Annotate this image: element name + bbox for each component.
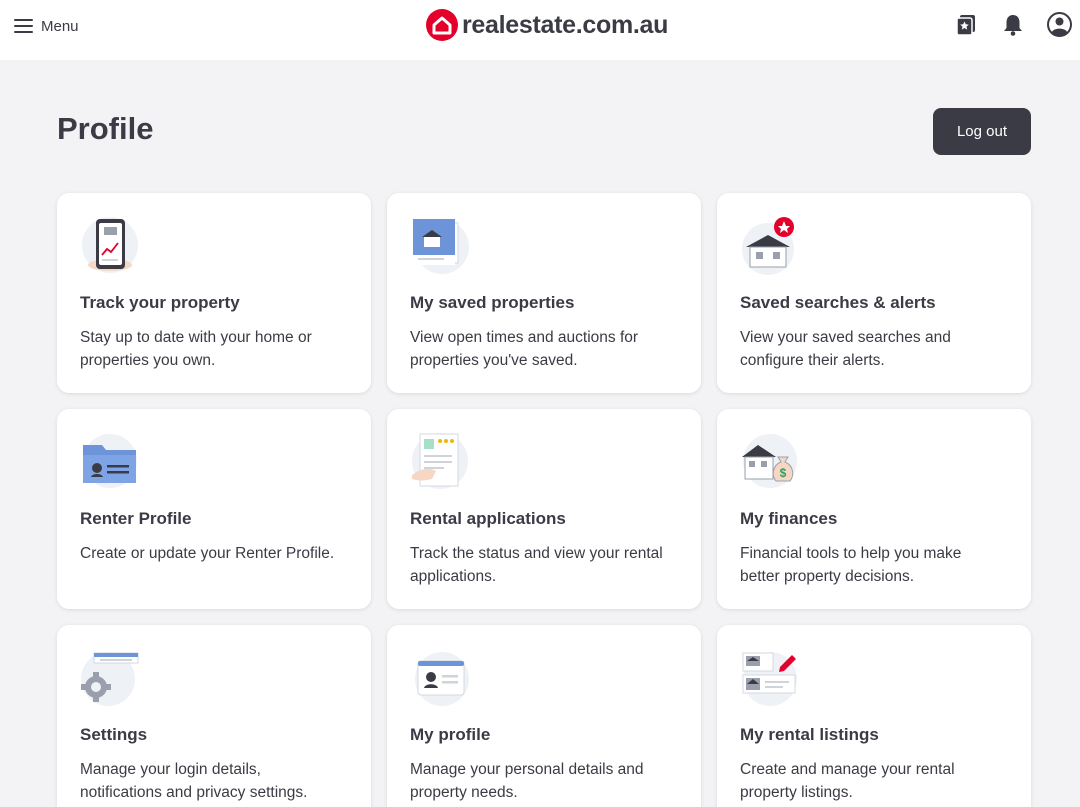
saved-star-icon[interactable] bbox=[953, 12, 978, 37]
card-my-saved-properties[interactable]: My saved properties View open times and … bbox=[387, 193, 701, 393]
profile-card-icon bbox=[415, 652, 469, 706]
logo-wordmark: realestate.com.au bbox=[462, 10, 669, 39]
card-title: My saved properties bbox=[410, 293, 575, 312]
site-logo[interactable]: realestate.com.au bbox=[426, 8, 668, 42]
card-description: Financial tools to help you make better … bbox=[740, 545, 962, 585]
phone-chart-icon bbox=[82, 217, 138, 273]
svg-text:$: $ bbox=[780, 466, 787, 480]
house-money-bag-icon: $ bbox=[742, 434, 797, 488]
page-title: Profile bbox=[57, 111, 154, 146]
card-title: Rental applications bbox=[410, 509, 566, 528]
card-description: Track the status and view your rental ap… bbox=[410, 545, 663, 585]
hamburger-icon bbox=[14, 19, 33, 33]
card-my-rental-listings[interactable]: My rental listings Create and manage you… bbox=[717, 625, 1031, 807]
card-my-profile[interactable]: My profile Manage your personal details … bbox=[387, 625, 701, 807]
top-navigation-bar: Menu realestate.com.au bbox=[0, 0, 1080, 60]
card-description: Manage your login details, notifications… bbox=[80, 761, 308, 801]
saved-house-photo-icon bbox=[413, 219, 469, 274]
listing-edit-icon bbox=[742, 652, 797, 706]
card-description: Stay up to date with your home or proper… bbox=[80, 329, 312, 369]
card-saved-searches-alerts[interactable]: Saved searches & alerts View your saved … bbox=[717, 193, 1031, 393]
card-title: Settings bbox=[80, 725, 148, 744]
log-out-button[interactable]: Log out bbox=[933, 108, 1031, 155]
card-description: Create and manage your rental property l… bbox=[740, 761, 955, 801]
renter-folder-icon bbox=[83, 434, 137, 488]
gear-settings-icon bbox=[81, 652, 139, 706]
card-title: Saved searches & alerts bbox=[740, 293, 936, 312]
card-title: Renter Profile bbox=[80, 509, 192, 528]
card-description: Create or update your Renter Profile. bbox=[80, 545, 335, 562]
application-document-icon bbox=[412, 433, 468, 489]
card-title: My finances bbox=[740, 509, 838, 528]
bell-icon[interactable] bbox=[1000, 12, 1025, 37]
card-renter-profile[interactable]: Renter Profile Create or update your Ren… bbox=[57, 409, 371, 609]
profile-card-grid: Track your property Stay up to date with… bbox=[57, 193, 1031, 807]
menu-label: Menu bbox=[41, 17, 79, 35]
account-icon[interactable] bbox=[1047, 12, 1072, 37]
card-description: View open times and auctions for propert… bbox=[410, 329, 639, 369]
card-my-finances[interactable]: $ My finances Financial tools to help yo… bbox=[717, 409, 1031, 609]
card-description: Manage your personal details and propert… bbox=[410, 761, 644, 801]
card-description: View your saved searches and configure t… bbox=[740, 329, 951, 369]
card-settings[interactable]: Settings Manage your login details, noti… bbox=[57, 625, 371, 807]
card-title: Track your property bbox=[80, 293, 240, 312]
card-title: My profile bbox=[410, 725, 491, 744]
menu-button[interactable]: Menu bbox=[14, 14, 79, 38]
house-alert-icon bbox=[742, 217, 794, 275]
logo-house-icon bbox=[426, 9, 458, 41]
card-rental-applications[interactable]: Rental applications Track the status and… bbox=[387, 409, 701, 609]
card-title: My rental listings bbox=[740, 725, 879, 744]
card-track-your-property[interactable]: Track your property Stay up to date with… bbox=[57, 193, 371, 393]
